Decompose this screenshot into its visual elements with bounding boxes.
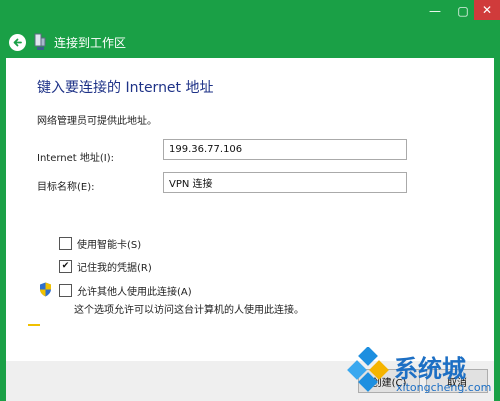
page-heading: 键入要连接的 Internet 地址 xyxy=(37,80,214,96)
wizard-title: 连接到工作区 xyxy=(54,36,127,50)
smartcard-label: 使用智能卡(S) xyxy=(77,240,142,251)
content-panel: 键入要连接的 Internet 地址 网络管理员可提供此地址。 Internet… xyxy=(6,58,494,361)
back-button[interactable] xyxy=(9,34,26,51)
allow-others-option[interactable]: 允许其他人使用此连接(A) xyxy=(59,283,192,298)
dialog-window: — ▢ ✕ 连接到工作区 键入要连接的 Internet 地址 网络管理员可提供… xyxy=(0,0,500,401)
address-label: Internet 地址(I): xyxy=(37,153,115,164)
destination-name-label: 目标名称(E): xyxy=(37,182,95,193)
uac-shield-icon xyxy=(40,282,51,297)
close-button[interactable]: ✕ xyxy=(474,0,500,20)
button-bar: 创建(C) 取消 xyxy=(6,361,494,401)
highlight-mark xyxy=(28,324,40,326)
address-input[interactable] xyxy=(163,139,407,160)
maximize-icon: ▢ xyxy=(457,4,469,18)
allow-others-label: 允许其他人使用此连接(A) xyxy=(77,287,192,298)
page-description: 网络管理员可提供此地址。 xyxy=(37,116,157,127)
wizard-header: 连接到工作区 xyxy=(0,28,500,58)
allow-others-note: 这个选项允许可以访问这台计算机的人使用此连接。 xyxy=(74,305,304,316)
title-bar: — ▢ ✕ xyxy=(0,0,500,28)
close-icon: ✕ xyxy=(481,3,493,17)
minimize-button[interactable]: — xyxy=(420,0,450,22)
back-arrow-icon xyxy=(13,38,22,47)
remember-credentials-option[interactable]: ✔ 记住我的凭据(R) xyxy=(59,259,152,274)
maximize-button[interactable]: ▢ xyxy=(450,0,476,22)
minimize-icon: — xyxy=(429,4,441,18)
smartcard-option[interactable]: 使用智能卡(S) xyxy=(59,236,141,251)
smartcard-checkbox[interactable] xyxy=(59,237,72,250)
create-button[interactable]: 创建(C) xyxy=(358,369,420,393)
remember-credentials-checkbox[interactable]: ✔ xyxy=(59,260,72,273)
remember-credentials-label: 记住我的凭据(R) xyxy=(77,263,152,274)
allow-others-checkbox[interactable] xyxy=(59,284,72,297)
destination-name-input[interactable] xyxy=(163,172,407,193)
network-icon xyxy=(34,33,46,50)
cancel-button[interactable]: 取消 xyxy=(426,369,488,393)
